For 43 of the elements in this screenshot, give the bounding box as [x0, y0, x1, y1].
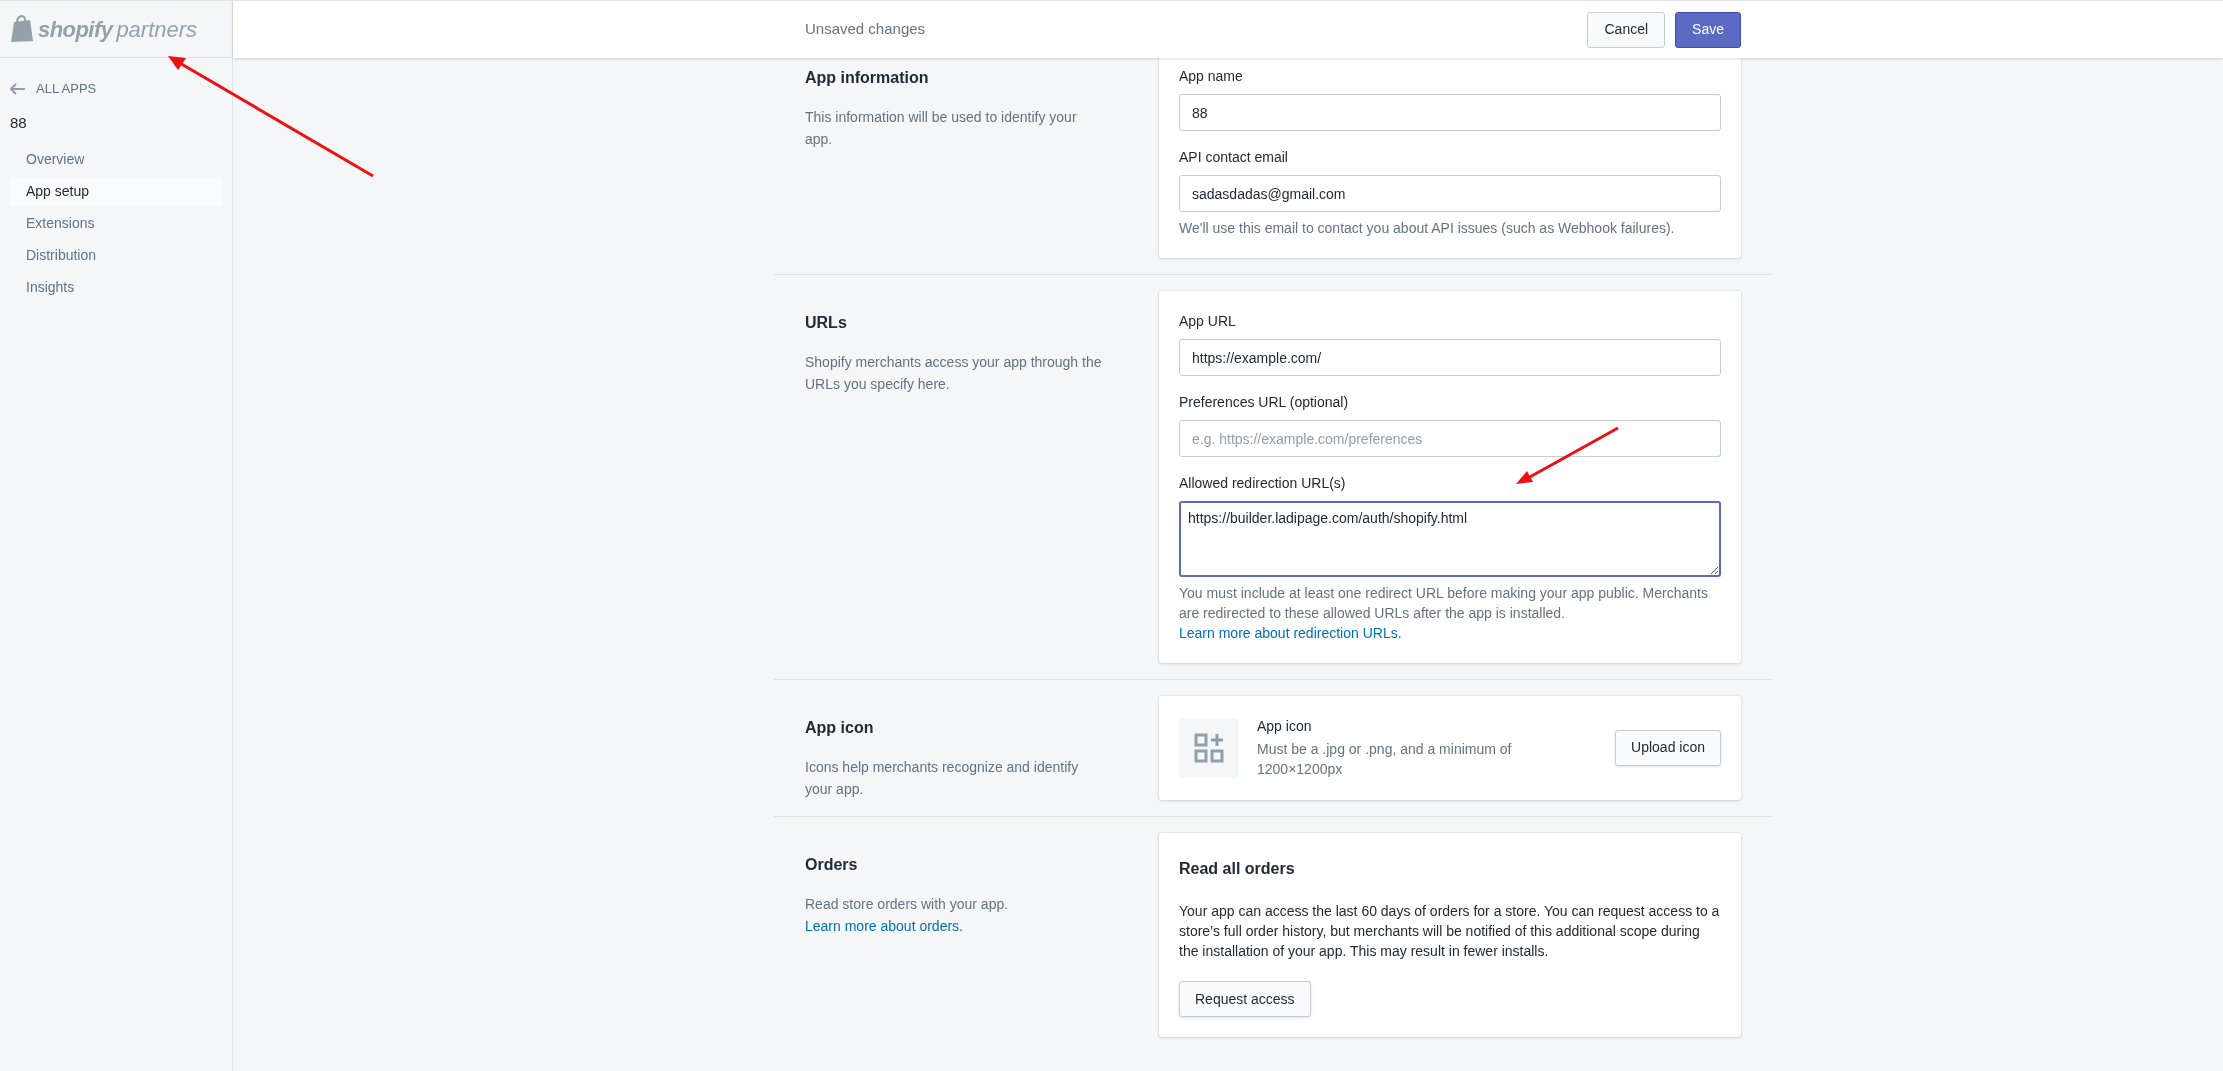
field-label: Allowed redirection URL(s): [1179, 474, 1347, 493]
description: You must include at least one redirect URL before making your app public. Merchants are redirected to these allowed URLs after the app is installed. Learn more about redirection URLs.: [1179, 584, 1709, 643]
learn-more-link[interactable]: Learn more about orders.: [805, 918, 963, 934]
description: We'll use this email to contact you about API issues (such as Webhook failures).: [1179, 219, 1676, 238]
cancel-button[interactable]: Cancel: [1587, 11, 1666, 48]
back-link[interactable]: ALL APPS: [10, 76, 222, 102]
unsaved-changes-title: Unsaved changes: [805, 19, 927, 40]
add-grid-icon: [1194, 732, 1224, 763]
input-field[interactable]: e.g. https://example.com/preferences: [1179, 420, 1721, 457]
field-label: App URL: [1179, 312, 1237, 331]
shopping-bag-icon: [10, 15, 34, 43]
upload-title: App icon: [1257, 717, 1313, 736]
logo-suffix: partners: [116, 15, 198, 44]
section-title: URLs: [805, 313, 848, 333]
section-title: App information: [805, 68, 930, 88]
description: Icons help merchants recognize and identify your app.: [805, 758, 1080, 799]
section-title: Orders: [805, 855, 859, 875]
sidebar-item[interactable]: Insights: [10, 272, 222, 302]
input-field[interactable]: sadasdadas@gmail.com: [1179, 175, 1721, 212]
section-title: App icon: [805, 718, 875, 738]
textarea-field[interactable]: https://builder.ladipage.com/auth/shopify.html: [1179, 501, 1721, 577]
sidebar-item[interactable]: Extensions: [10, 208, 222, 238]
upload-icon-button[interactable]: Upload icon: [1615, 729, 1721, 766]
learn-more-link[interactable]: Learn more about redirection URLs.: [1179, 625, 1402, 641]
back-arrow-icon: [10, 83, 26, 95]
field-label: API contact email: [1179, 148, 1289, 167]
card-title: Read all orders: [1179, 859, 1296, 879]
description: This information will be used to identify your app.: [805, 108, 1078, 149]
app-name: 88: [10, 113, 28, 133]
input-field[interactable]: 88: [1179, 94, 1721, 131]
description: Read store orders with your app. Learn more about orders.: [805, 895, 1010, 936]
upload-requirements: Must be a .jpg or .png, and a minimum of 1200×1200px: [1257, 740, 1513, 779]
field-label: App name: [1179, 67, 1244, 86]
description: Shopify merchants access your app through the URLs you specify here.: [805, 353, 1103, 394]
input-field[interactable]: https://example.com/: [1179, 339, 1721, 376]
orders-text: Your app can access the last 60 days of orders for a store. You can request access to a store’s full order history, but merchants will be notified of this additional scope during the installation of your app. This may result in fewer installs.: [1179, 902, 1721, 961]
sidebar-item[interactable]: App setup: [10, 176, 222, 206]
sidebar-item[interactable]: Overview: [10, 144, 222, 174]
logo-word: shopify: [38, 15, 113, 44]
request-access-button[interactable]: Request access: [1179, 981, 1311, 1017]
field-label: Preferences URL (optional): [1179, 393, 1350, 412]
sidebar-item[interactable]: Distribution: [10, 240, 222, 270]
save-button[interactable]: Save: [1675, 11, 1741, 48]
